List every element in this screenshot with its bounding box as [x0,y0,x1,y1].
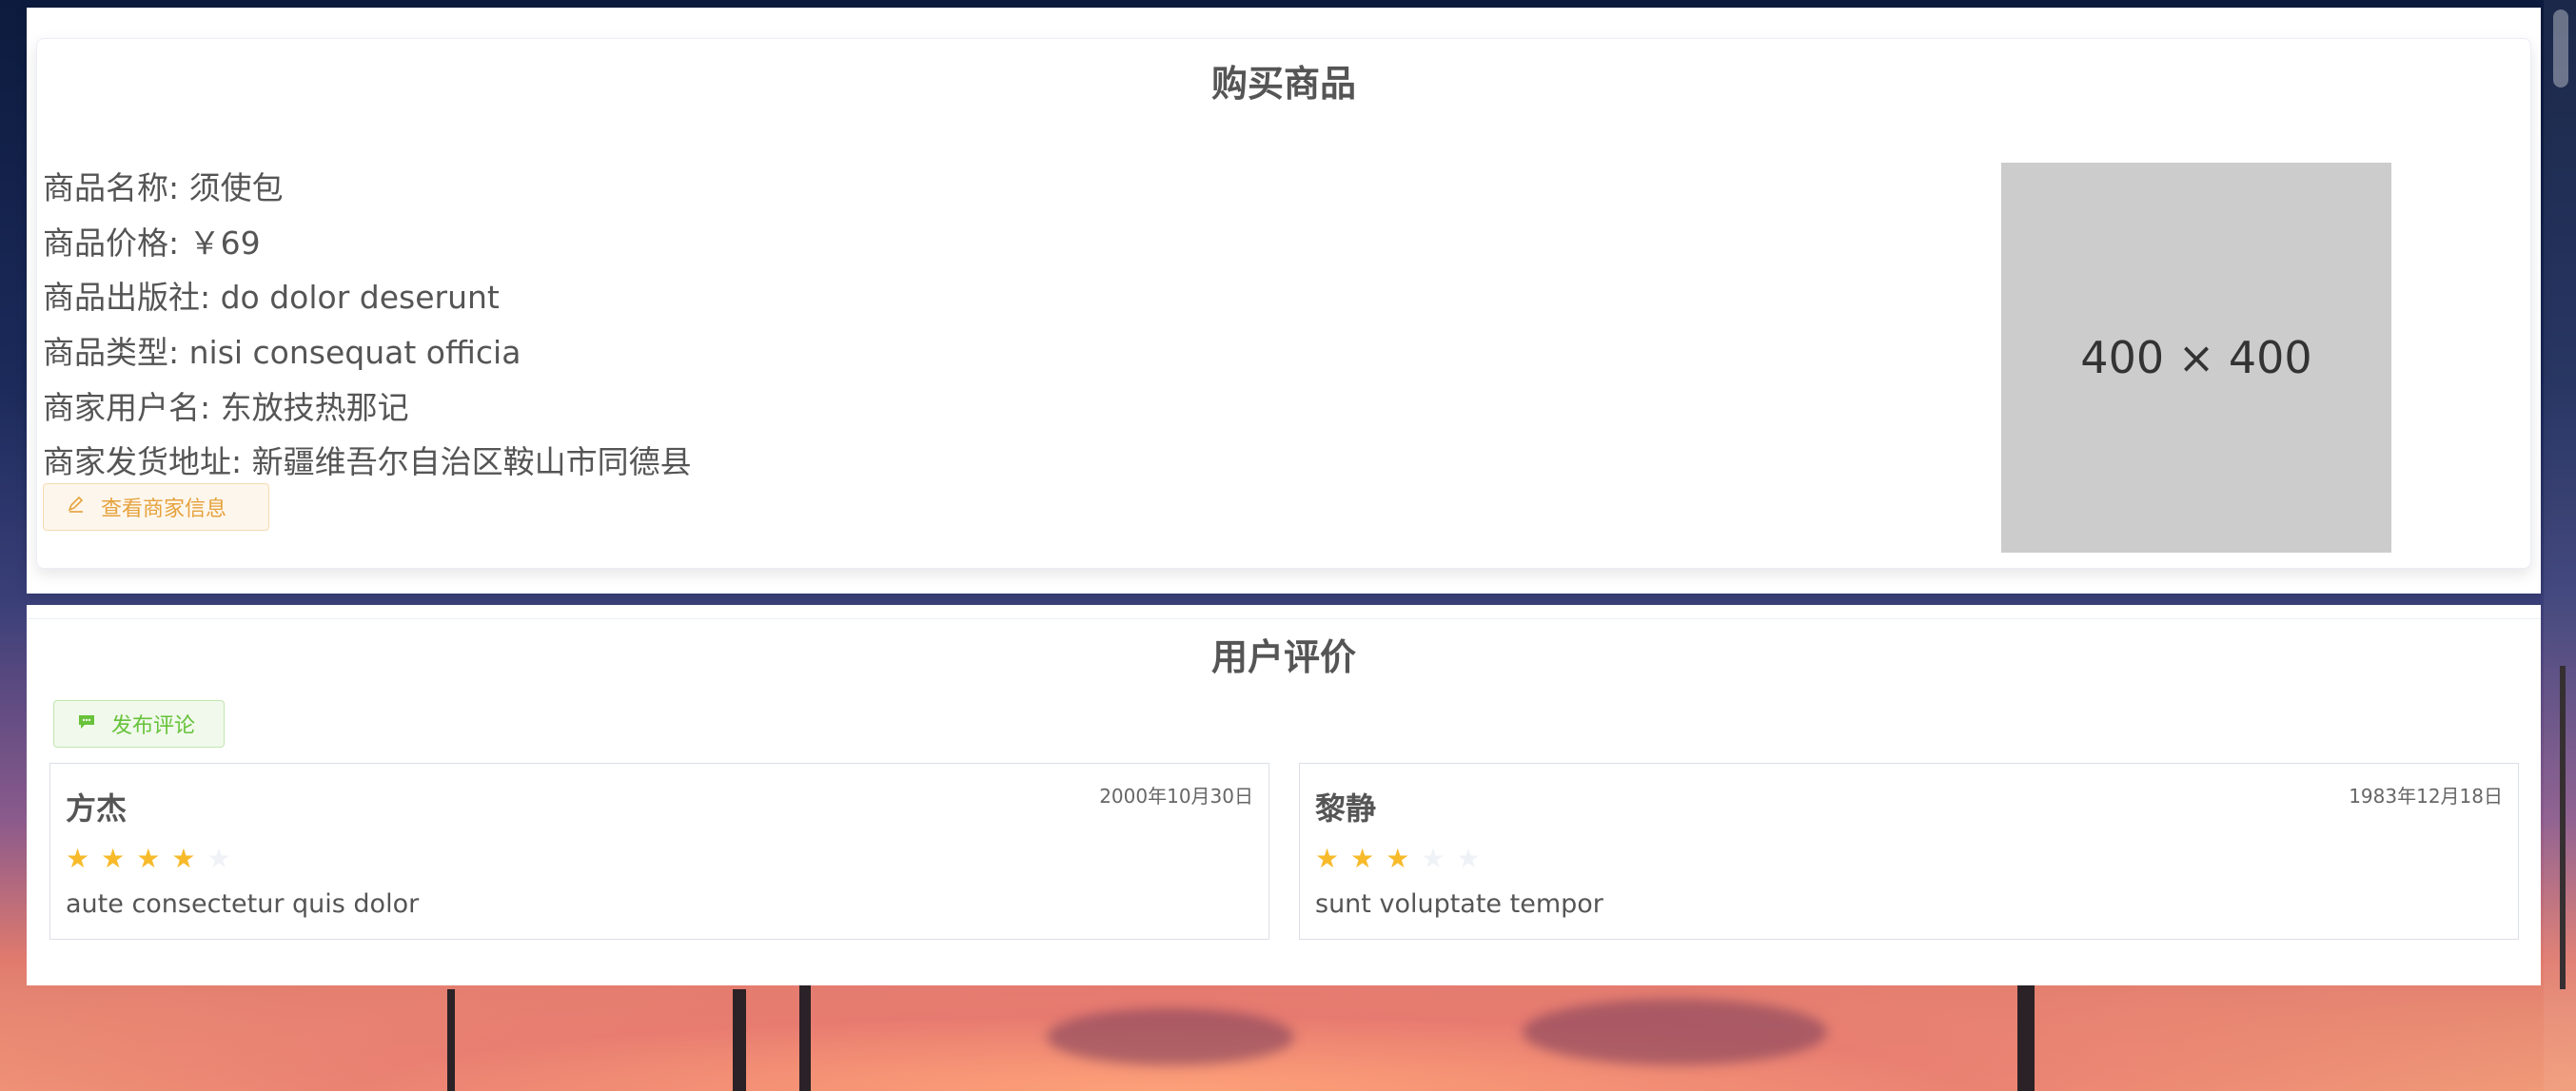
merchant-ship-address: 商家发货地址: 新疆维吾尔自治区鞍山市同德县 [43,443,692,480]
star-icon[interactable]: ★ [206,846,230,872]
product-panel: 购买商品 商品名称: 须使包 商品价格: ￥69 商品出版社: do dolor… [27,8,2541,594]
view-merchant-button[interactable]: 查看商家信息 [43,483,269,531]
merchant-username: 商家用户名: 东放技热那记 [43,389,409,426]
background-pole [447,989,455,1091]
reviews-panel: 用户评价 发布评论 方杰 2000年10月30日 ★ ★ ★ ★ ★ aute cons… [27,605,2541,985]
product-image: 400 × 400 [2001,163,2391,553]
star-icon[interactable]: ★ [171,846,195,872]
star-icon[interactable]: ★ [1315,846,1339,872]
star-icon[interactable]: ★ [66,846,89,872]
review-text: aute consectetur quis dolor [66,889,420,919]
page-scrollbar[interactable] [2544,0,2576,1091]
section-divider [27,618,2541,619]
background-cloud [1047,1008,1294,1065]
reviewer-name: 方杰 [66,790,128,827]
star-icon[interactable]: ★ [136,846,160,872]
image-placeholder-text: 400 × 400 [2080,332,2312,383]
chat-bubble-icon [77,712,96,736]
star-icon[interactable]: ★ [1386,846,1409,872]
product-type: 商品类型: nisi consequat officia [43,334,521,371]
star-icon[interactable]: ★ [1350,846,1374,872]
background-pole [799,980,811,1091]
background-cloud [1523,999,1827,1065]
product-section-title: 购买商品 [1210,63,1356,105]
scrollbar-thumb[interactable] [2553,10,2568,88]
product-card: 购买商品 商品名称: 须使包 商品价格: ￥69 商品出版社: do dolor… [36,38,2531,569]
product-price: 商品价格: ￥69 [43,224,261,262]
review-text: sunt voluptate tempor [1315,889,1603,919]
background-pole [2017,984,2035,1091]
background-pole [733,989,746,1091]
star-icon[interactable]: ★ [101,846,125,872]
reviews-section-title: 用户评价 [1210,636,1356,678]
star-rating: ★ ★ ★ ★ ★ [66,846,231,872]
review-date: 2000年10月30日 [1099,785,1253,808]
review-card: 黎静 1983年12月18日 ★ ★ ★ ★ ★ sunt voluptate temp… [1299,763,2519,940]
star-rating: ★ ★ ★ ★ ★ [1315,846,1481,872]
star-icon[interactable]: ★ [1421,846,1445,872]
post-comment-button[interactable]: 发布评论 [53,700,225,748]
edit-pen-icon [67,495,86,519]
product-publisher: 商品出版社: do dolor deserunt [43,279,500,316]
post-comment-label: 发布评论 [111,714,196,738]
view-merchant-label: 查看商家信息 [101,497,227,521]
review-date: 1983年12月18日 [2349,785,2503,808]
product-name: 商品名称: 须使包 [43,169,284,206]
star-icon[interactable]: ★ [1456,846,1480,872]
review-card: 方杰 2000年10月30日 ★ ★ ★ ★ ★ aute consectetur qu… [49,763,1269,940]
reviewer-name: 黎静 [1315,790,1377,827]
